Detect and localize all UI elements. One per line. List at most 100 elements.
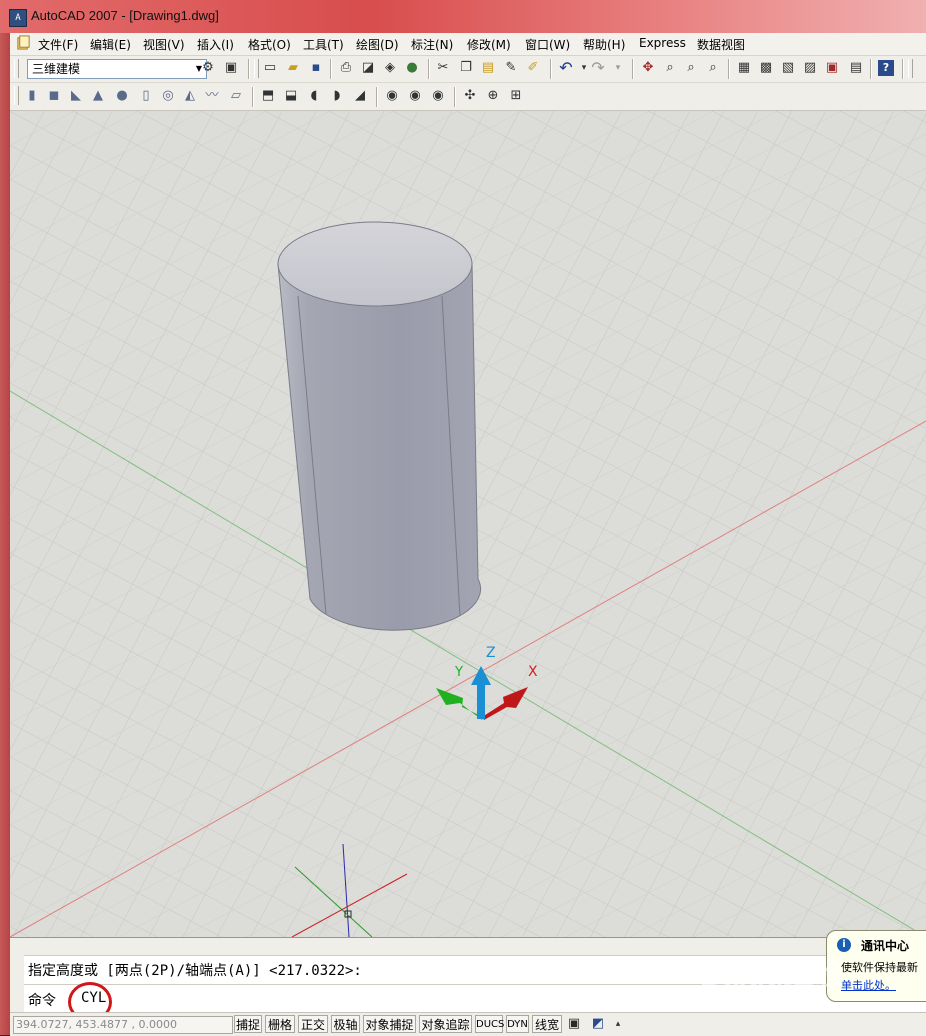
balloon-message: 使软件保持最新 — [841, 961, 918, 974]
menu-express[interactable]: Express — [639, 36, 686, 50]
menu-window[interactable]: 窗口(W) — [525, 36, 570, 53]
zoom-realtime-icon[interactable]: ⌕ — [662, 60, 678, 76]
menu-edit[interactable]: 编辑(E) — [90, 36, 131, 53]
menu-tools[interactable]: 工具(T) — [303, 36, 344, 53]
toolbar-grip[interactable] — [14, 59, 19, 78]
menu-modify[interactable]: 修改(M) — [467, 36, 511, 53]
window-frame-left — [0, 33, 10, 1035]
window-title: AutoCAD 2007 - [Drawing1.dwg] — [31, 8, 219, 23]
document-icon[interactable] — [16, 35, 31, 50]
print-icon[interactable]: ⎙ — [338, 60, 354, 76]
menu-dataview[interactable]: 数据视图 — [697, 36, 745, 53]
snap-toggle[interactable]: 捕捉 — [234, 1015, 262, 1033]
extrude-icon[interactable]: ⬒ — [260, 88, 276, 104]
ucs-x-label: X — [528, 664, 538, 680]
toolbar-separator — [330, 59, 332, 79]
menu-dimension[interactable]: 标注(N) — [411, 36, 453, 53]
menu-help[interactable]: 帮助(H) — [583, 36, 625, 53]
redo-icon[interactable]: ↷ — [590, 60, 606, 76]
polar-toggle[interactable]: 极轴 — [331, 1015, 360, 1033]
pyramid-icon[interactable]: ◭ — [182, 88, 198, 104]
menu-file[interactable]: 文件(F) — [38, 36, 78, 53]
planar-surface-icon[interactable]: ▱ — [228, 88, 244, 104]
copy-icon[interactable]: ❐ — [458, 60, 474, 76]
toolbar-grip[interactable] — [908, 59, 913, 78]
toolbar-grip[interactable] — [254, 59, 259, 78]
sheet-set-icon[interactable]: ▨ — [802, 60, 818, 76]
zoom-previous-icon[interactable]: ⌕ — [705, 60, 721, 76]
coordinate-readout: 394.0727, 453.4877 , 0.0000 — [13, 1016, 233, 1034]
modeling-toolbar: ▮ ◼ ◣ ▲ ● ▯ ◎ ◭ 〰 ▱ ⬒ ⬓ ◖ ◗ ◢ ◉ ◉ ◉ ✣ ⊕ … — [10, 83, 926, 111]
toolbar-separator — [728, 59, 730, 79]
3d-move-icon[interactable]: ✣ — [462, 88, 478, 104]
wedge-icon[interactable]: ◣ — [68, 88, 84, 104]
menu-view[interactable]: 视图(V) — [143, 36, 185, 53]
new-file-icon[interactable]: ▭ — [262, 60, 278, 76]
workspace-select[interactable]: 三维建模 ▼ — [27, 59, 207, 79]
toolbar-grip[interactable] — [14, 86, 19, 105]
3d-dwf-icon[interactable]: ● — [404, 60, 420, 76]
publish-icon[interactable]: ◈ — [382, 60, 398, 76]
subtract-icon[interactable]: ◉ — [407, 88, 423, 104]
paste-icon[interactable]: ▤ — [480, 60, 496, 76]
union-icon[interactable]: ◉ — [384, 88, 400, 104]
model-space[interactable]: Y Z X — [10, 111, 926, 937]
menu-draw[interactable]: 绘图(D) — [356, 36, 399, 53]
undo-icon[interactable]: ↶ — [558, 60, 574, 76]
lineweight-toggle[interactable]: 线宽 — [532, 1015, 562, 1033]
menu-format[interactable]: 格式(O) — [248, 36, 291, 53]
helix-icon[interactable]: 〰 — [204, 88, 220, 104]
otrack-toggle[interactable]: 对象追踪 — [419, 1015, 472, 1033]
loft-icon[interactable]: ◢ — [352, 88, 368, 104]
zoom-window-icon[interactable]: ⌕ — [683, 60, 699, 76]
ducs-toggle[interactable]: DUCS — [475, 1015, 504, 1033]
dyn-toggle[interactable]: DYN — [506, 1015, 529, 1033]
toolbar-separator — [550, 59, 552, 79]
workspace-value: 三维建模 — [32, 62, 81, 76]
status-bar: 394.0727, 453.4877 , 0.0000 捕捉 栅格 正交 极轴 … — [10, 1012, 926, 1036]
menu-insert[interactable]: 插入(I) — [197, 36, 234, 53]
3d-rotate-icon[interactable]: ⊕ — [485, 88, 501, 104]
toolbar-separator — [428, 59, 430, 79]
design-center-icon[interactable]: ▩ — [758, 60, 774, 76]
ortho-toggle[interactable]: 正交 — [298, 1015, 328, 1033]
workspace-settings-icon[interactable]: ⚙ — [200, 60, 216, 76]
grid-toggle[interactable]: 栅格 — [265, 1015, 295, 1033]
open-folder-icon[interactable]: ▰ — [285, 60, 301, 76]
save-workspace-icon[interactable]: ▣ — [223, 60, 239, 76]
plot-preview-icon[interactable]: ◪ — [360, 60, 376, 76]
model-space-icon[interactable]: ▣ — [566, 1016, 582, 1032]
save-icon[interactable]: ▪ — [308, 60, 324, 76]
toolbar-separator — [454, 87, 456, 107]
markup-icon[interactable]: ▣ — [824, 60, 840, 76]
sphere-icon[interactable]: ● — [114, 88, 130, 104]
torus-icon[interactable]: ◎ — [160, 88, 176, 104]
box-icon[interactable]: ◼ — [46, 88, 62, 104]
acad-icon[interactable]: A — [9, 9, 27, 27]
status-menu-icon[interactable]: ▴ — [610, 1016, 626, 1032]
help-icon[interactable]: ? — [878, 60, 894, 76]
chevron-down-icon[interactable]: ▾ — [610, 60, 626, 76]
3d-align-icon[interactable]: ⊞ — [508, 88, 524, 104]
block-editor-icon[interactable]: ✐ — [525, 60, 541, 76]
toolbar-separator — [376, 87, 378, 107]
revolve-icon[interactable]: ◗ — [329, 88, 345, 104]
calculator-icon[interactable]: ▤ — [848, 60, 864, 76]
presspull-icon[interactable]: ⬓ — [283, 88, 299, 104]
balloon-link[interactable]: 单击此处。 — [841, 977, 896, 993]
osnap-toggle[interactable]: 对象捕捉 — [363, 1015, 416, 1033]
tool-palettes-icon[interactable]: ▧ — [780, 60, 796, 76]
polysolid-icon[interactable]: ▮ — [24, 88, 40, 104]
ucs-z-label: Z — [486, 645, 496, 661]
cut-icon[interactable]: ✂ — [435, 60, 451, 76]
intersect-icon[interactable]: ◉ — [430, 88, 446, 104]
cylinder-icon[interactable]: ▯ — [138, 88, 154, 104]
properties-icon[interactable]: ▦ — [736, 60, 752, 76]
sweep-icon[interactable]: ◖ — [306, 88, 322, 104]
layout-icon[interactable]: ◩ — [590, 1016, 606, 1032]
pan-icon[interactable]: ✥ — [640, 60, 656, 76]
cylinder-solid[interactable] — [277, 221, 482, 631]
match-properties-icon[interactable]: ✎ — [503, 60, 519, 76]
cone-icon[interactable]: ▲ — [90, 88, 106, 104]
drawing-viewport[interactable]: Y Z X — [10, 111, 926, 937]
